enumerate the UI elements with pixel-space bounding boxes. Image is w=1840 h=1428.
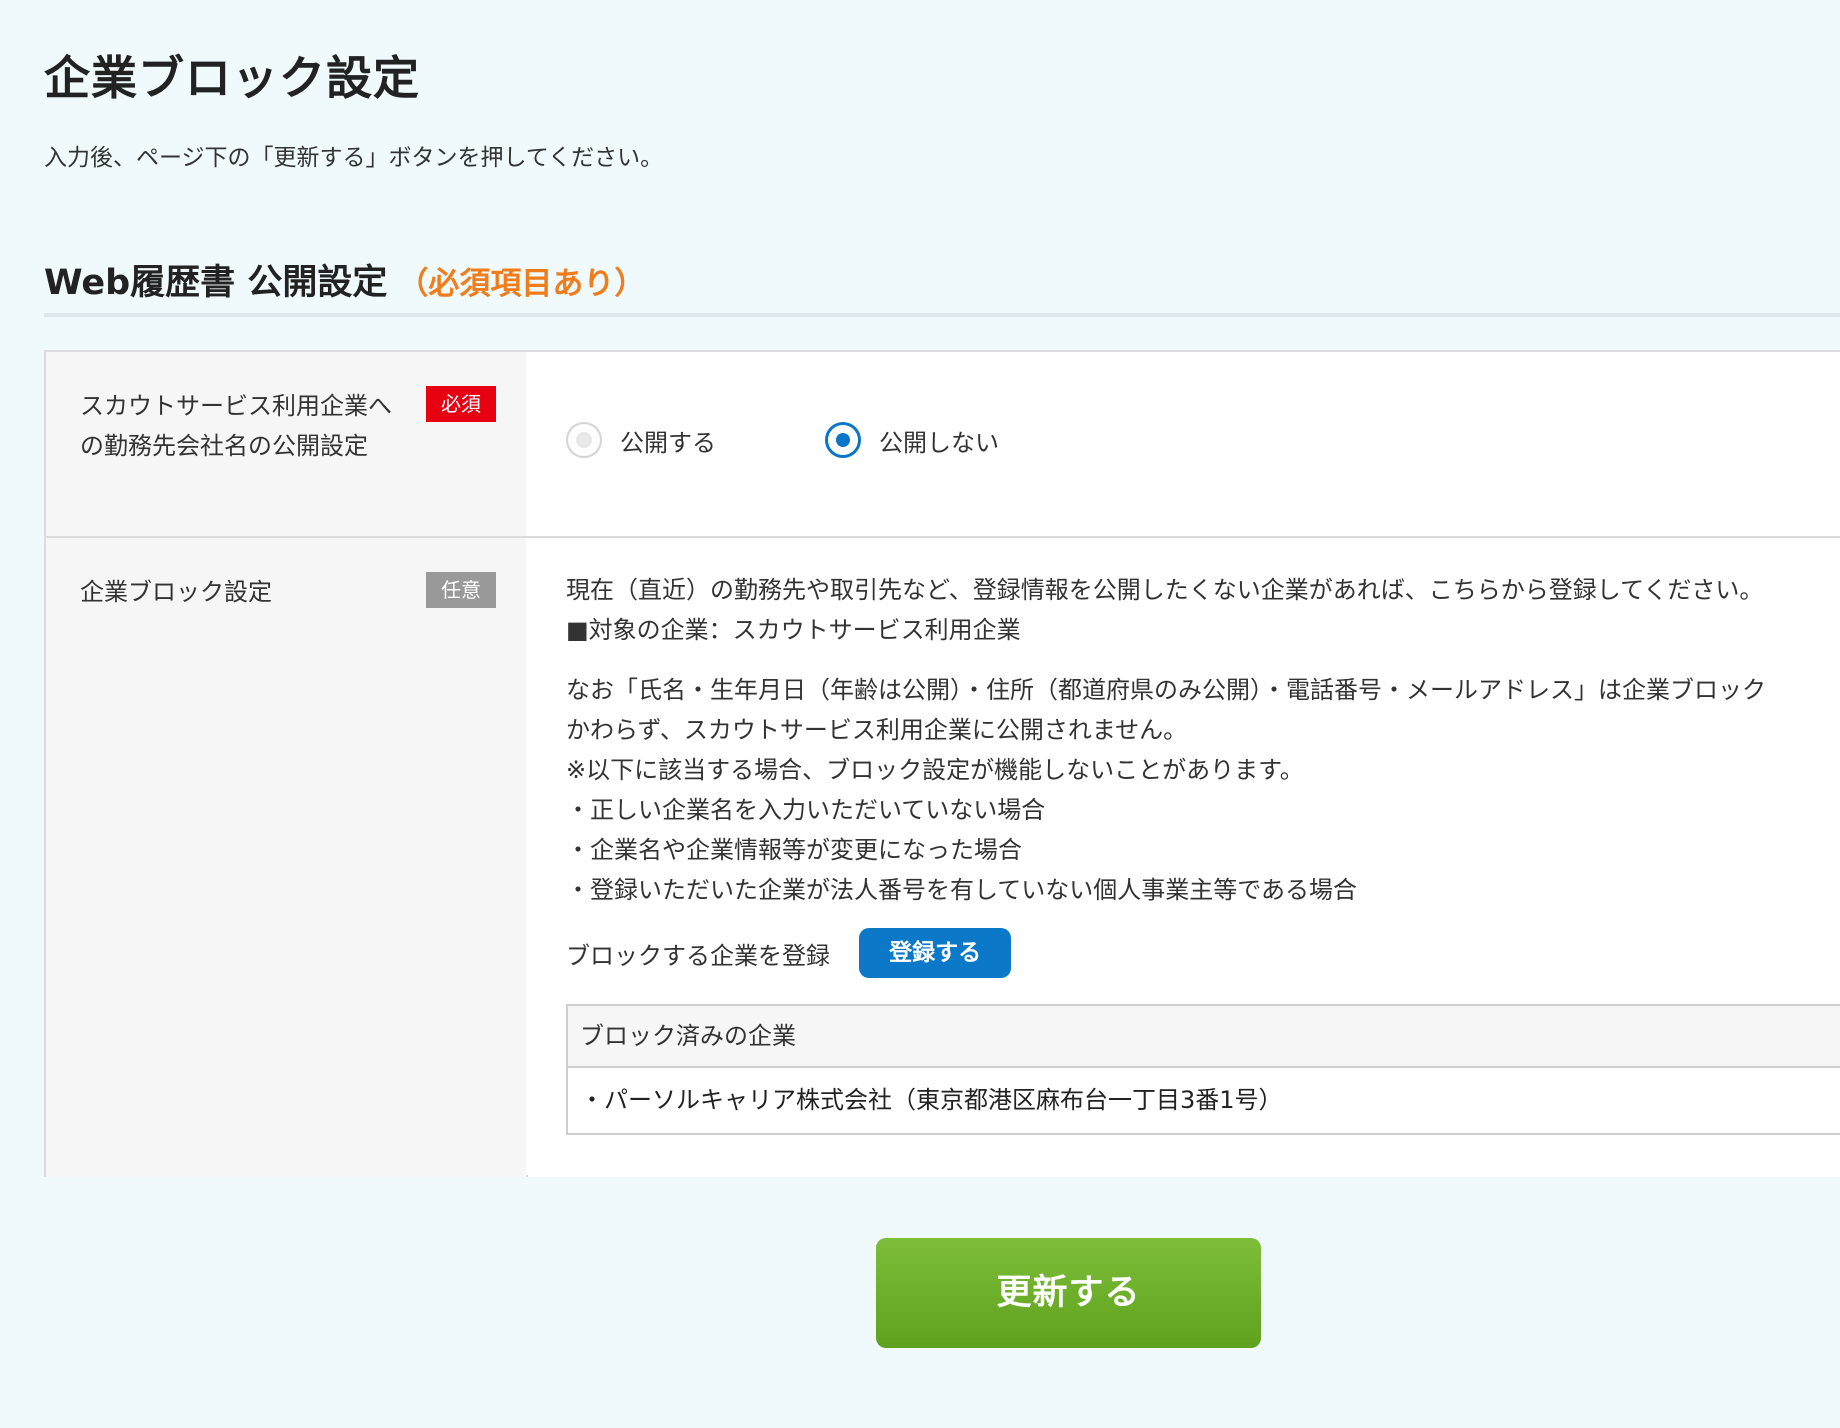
blocked-companies-table: ブロック済みの企業 ・パーソルキャリア株式会社（東京都港区麻布台一丁目3番1号） xyxy=(566,1004,1840,1135)
company-block-value-cell: 現在（直近）の勤務先や取引先など、登録情報を公開したくない企業があれば、こちらか… xyxy=(528,538,1840,1177)
publish-setting-value-cell: 公開する 公開しない xyxy=(528,352,1840,536)
section-divider xyxy=(44,313,1840,317)
required-badge: 必須 xyxy=(426,386,496,422)
note-line: なお「氏名・生年月日（年齢は公開）・住所（都道府県のみ公開）・電話番号・メールア… xyxy=(566,676,1766,704)
radio-unselected-icon[interactable] xyxy=(566,422,602,458)
block-notes: なお「氏名・生年月日（年齢は公開）・住所（都道府県のみ公開）・電話番号・メールア… xyxy=(566,670,1806,910)
target-companies-note: ■対象の企業：スカウトサービス利用企業 xyxy=(566,616,1021,644)
company-block-settings-page: 企業ブロック設定 入力後、ページ下の「更新する」ボタンを押してください。 Web… xyxy=(44,0,1840,1428)
publish-setting-label: スカウトサービス利用企業への勤務先会社名の公開設定 xyxy=(80,392,392,460)
note-line: ・正しい企業名を入力いただいていない場合 xyxy=(566,796,1046,824)
required-items-note: （必須項目あり） xyxy=(397,266,646,302)
publish-radio-label: 公開する xyxy=(620,428,716,457)
private-radio-option[interactable]: 公開しない xyxy=(825,422,999,462)
blocked-companies-header-label: ブロック済みの企業 xyxy=(580,1022,796,1050)
company-block-label: 企業ブロック設定 xyxy=(80,578,272,606)
register-company-button[interactable]: 登録する xyxy=(859,928,1012,978)
optional-badge: 任意 xyxy=(426,572,496,608)
company-block-row: 企業ブロック設定 任意 現在（直近）の勤務先や取引先など、登録情報を公開したくな… xyxy=(46,538,1840,1177)
blocked-company-item: ・パーソルキャリア株式会社（東京都港区麻布台一丁目3番1号） xyxy=(580,1086,1283,1114)
register-company-line: ブロックする企業を登録 登録する xyxy=(566,928,1012,978)
company-block-label-cell: 企業ブロック設定 任意 xyxy=(46,538,526,1177)
block-description: 現在（直近）の勤務先や取引先など、登録情報を公開したくない企業があれば、こちらか… xyxy=(566,576,1764,604)
radio-selected-icon[interactable] xyxy=(825,422,861,458)
publish-radio-option[interactable]: 公開する xyxy=(566,422,716,462)
publish-setting-label-cell: スカウトサービス利用企業への勤務先会社名の公開設定 必須 xyxy=(46,352,526,536)
blocked-companies-header: ブロック済みの企業 xyxy=(568,1006,1840,1068)
section-title-text: Web履歴書 公開設定 xyxy=(44,263,388,303)
publish-setting-row: スカウトサービス利用企業への勤務先会社名の公開設定 必須 公開する 公開しない xyxy=(46,352,1840,538)
note-line: ・企業名や企業情報等が変更になった場合 xyxy=(566,836,1022,864)
update-button[interactable]: 更新する xyxy=(876,1238,1261,1348)
register-company-label: ブロックする企業を登録 xyxy=(566,941,830,970)
note-line: かわらず、スカウトサービス利用企業に公開されません。 xyxy=(566,716,1188,744)
note-line: ・登録いただいた企業が法人番号を有していない個人事業主等である場合 xyxy=(566,876,1358,904)
section-title: Web履歴書 公開設定 （必須項目あり） xyxy=(44,254,645,305)
settings-table: スカウトサービス利用企業への勤務先会社名の公開設定 必須 公開する 公開しない … xyxy=(44,350,1840,1177)
private-radio-label: 公開しない xyxy=(879,428,999,457)
page-instruction: 入力後、ページ下の「更新する」ボタンを押してください。 xyxy=(44,145,664,171)
page-title: 企業ブロック設定 xyxy=(44,51,420,105)
note-line: ※以下に該当する場合、ブロック設定が機能しないことがあります。 xyxy=(566,756,1304,784)
